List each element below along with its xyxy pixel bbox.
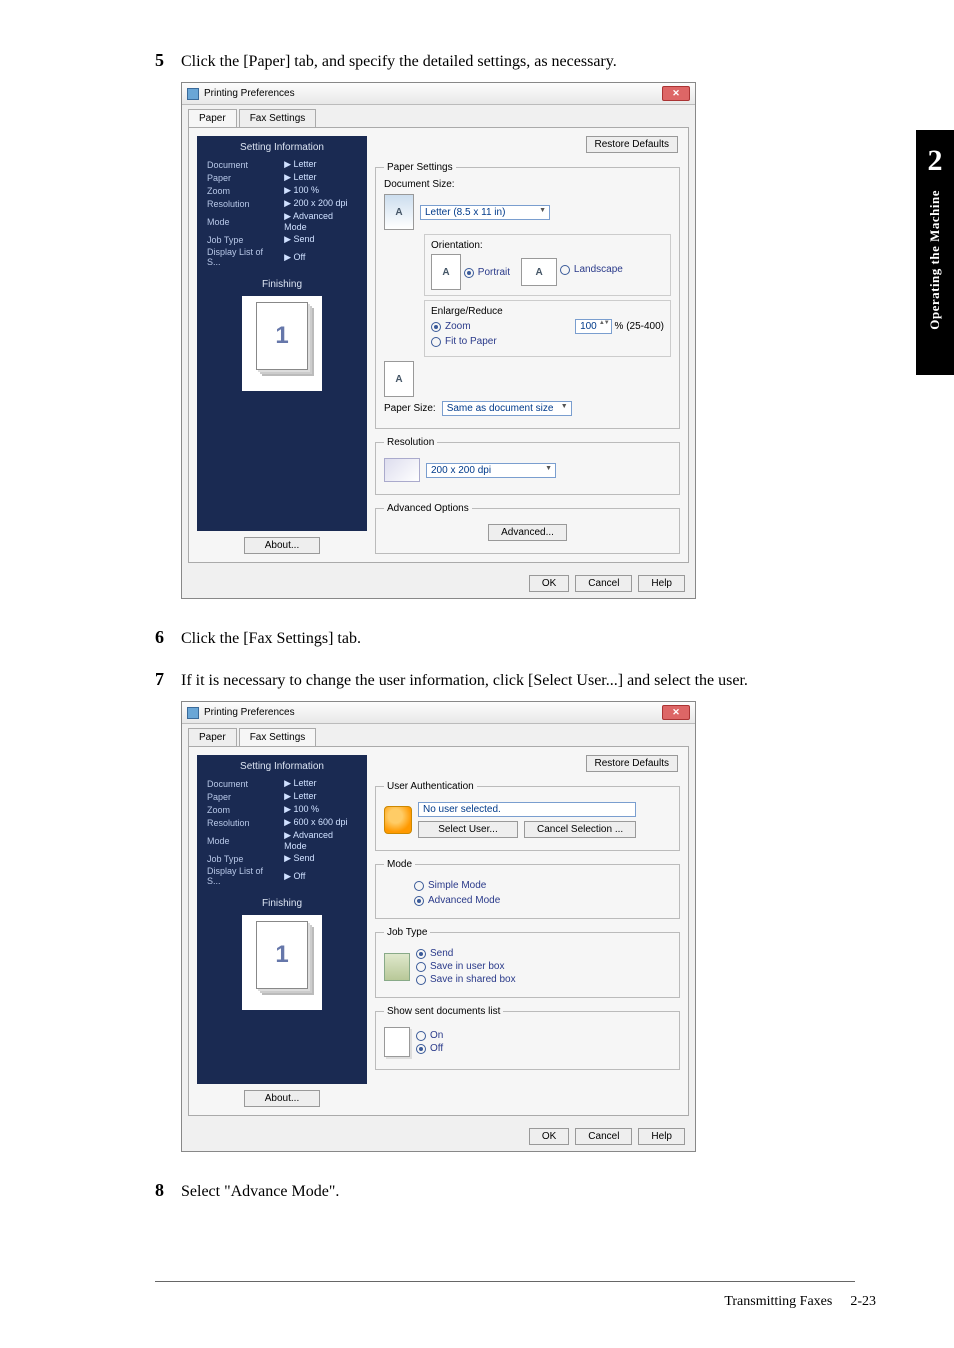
about-button[interactable]: About... — [244, 537, 320, 554]
enlarge-reduce-subgroup: Enlarge/Reduce Zoom 100 % (25-400) Fit t… — [424, 300, 671, 357]
step-text: If it is necessary to change the user in… — [181, 669, 748, 693]
simple-mode-radio[interactable]: Simple Mode — [414, 880, 486, 891]
mode-group: Mode Simple Mode Advanced Mode — [375, 859, 680, 919]
setting-information-panel: Setting Information Document▶ Letter Pap… — [197, 136, 367, 531]
close-icon[interactable]: ✕ — [662, 86, 690, 101]
user-icon — [384, 806, 412, 834]
document-size-label: Document Size: — [384, 179, 671, 190]
footer-rule — [155, 1281, 855, 1282]
app-icon — [187, 707, 199, 719]
orientation-label: Orientation: — [431, 240, 664, 251]
titlebar: Printing Preferences ✕ — [182, 702, 695, 724]
zoom-radio[interactable]: Zoom — [431, 321, 471, 332]
paper-settings-group: Paper Settings Document Size: A Letter (… — [375, 162, 680, 429]
setting-info-header: Setting Information — [203, 142, 361, 153]
document-list-icon — [384, 1027, 410, 1057]
resolution-legend: Resolution — [384, 437, 437, 448]
orientation-landscape-radio[interactable]: Landscape — [560, 264, 623, 275]
paper-settings-legend: Paper Settings — [384, 162, 456, 173]
finishing-preview: 1 — [242, 915, 322, 1010]
zoom-spinner[interactable]: 100 — [575, 319, 612, 334]
zoom-range-label: % (25-400) — [615, 321, 664, 332]
paper-size-label: Paper Size: — [384, 403, 436, 414]
finishing-header: Finishing — [203, 279, 361, 290]
document-size-select[interactable]: Letter (8.5 x 11 in) — [420, 205, 550, 220]
paper-size-select[interactable]: Same as document size — [442, 401, 572, 416]
landscape-icon: A — [521, 258, 557, 286]
document-size-icon: A — [384, 194, 414, 230]
step-number: 5 — [155, 50, 171, 71]
orientation-subgroup: Orientation: A Portrait A Landscape — [424, 234, 671, 296]
cancel-button[interactable]: Cancel — [575, 575, 632, 592]
enlarge-reduce-label: Enlarge/Reduce — [431, 306, 664, 317]
tab-paper[interactable]: Paper — [188, 109, 237, 127]
window-title: Printing Preferences — [204, 707, 295, 718]
job-type-group: Job Type Send Save in user box Save in s… — [375, 927, 680, 998]
ok-button[interactable]: OK — [529, 1128, 569, 1145]
user-authentication-group: User Authentication No user selected. Se… — [375, 781, 680, 851]
footer-section-title: Transmitting Faxes — [724, 1294, 832, 1310]
chapter-label: Operating the Machine — [927, 190, 943, 330]
window-title: Printing Preferences — [204, 88, 295, 99]
user-auth-legend: User Authentication — [384, 781, 477, 792]
printing-preferences-dialog-fax: Printing Preferences ✕ Paper Fax Setting… — [181, 701, 696, 1152]
close-icon[interactable]: ✕ — [662, 705, 690, 720]
restore-defaults-button[interactable]: Restore Defaults — [586, 136, 678, 153]
cancel-button[interactable]: Cancel — [575, 1128, 632, 1145]
resolution-select[interactable]: 200 x 200 dpi — [426, 463, 556, 478]
tab-fax-settings[interactable]: Fax Settings — [239, 109, 317, 127]
job-send-radio[interactable]: Send — [416, 948, 516, 959]
advanced-options-legend: Advanced Options — [384, 503, 472, 514]
fit-to-paper-radio[interactable]: Fit to Paper — [431, 336, 497, 347]
select-user-button[interactable]: Select User... — [418, 821, 518, 838]
job-save-shared-box-radio[interactable]: Save in shared box — [416, 974, 516, 985]
about-button[interactable]: About... — [244, 1090, 320, 1107]
resolution-icon — [384, 458, 420, 482]
finishing-header: Finishing — [203, 898, 361, 909]
help-button[interactable]: Help — [638, 1128, 685, 1145]
cancel-selection-button[interactable]: Cancel Selection ... — [524, 821, 636, 838]
ok-button[interactable]: OK — [529, 575, 569, 592]
tab-paper[interactable]: Paper — [188, 728, 237, 746]
step-number: 6 — [155, 627, 171, 648]
user-status-field: No user selected. — [418, 802, 636, 817]
portrait-icon: A — [431, 254, 461, 290]
advanced-button[interactable]: Advanced... — [488, 524, 567, 541]
mode-legend: Mode — [384, 859, 415, 870]
footer-page-number: 2-23 — [850, 1294, 876, 1310]
job-save-user-box-radio[interactable]: Save in user box — [416, 961, 516, 972]
resolution-group: Resolution 200 x 200 dpi — [375, 437, 680, 495]
printing-preferences-dialog-paper: Printing Preferences ✕ Paper Fax Setting… — [181, 82, 696, 599]
step-number: 8 — [155, 1180, 171, 1201]
showlist-off-radio[interactable]: Off — [416, 1043, 443, 1054]
setting-information-panel: Setting Information Document▶ Letter Pap… — [197, 755, 367, 1084]
job-type-icon — [384, 953, 410, 981]
showlist-on-radio[interactable]: On — [416, 1030, 443, 1041]
setting-info-header: Setting Information — [203, 761, 361, 772]
step-number: 7 — [155, 669, 171, 690]
step-text: Click the [Fax Settings] tab. — [181, 627, 361, 651]
advanced-options-group: Advanced Options Advanced... — [375, 503, 680, 554]
finishing-preview: 1 — [242, 296, 322, 391]
app-icon — [187, 88, 199, 100]
side-chapter-tab: 2 Operating the Machine — [916, 130, 954, 375]
step-text: Select "Advance Mode". — [181, 1180, 339, 1204]
paper-size-icon: A — [384, 361, 414, 397]
help-button[interactable]: Help — [638, 575, 685, 592]
advanced-mode-radio[interactable]: Advanced Mode — [414, 895, 500, 906]
show-sent-legend: Show sent documents list — [384, 1006, 503, 1017]
titlebar: Printing Preferences ✕ — [182, 83, 695, 105]
show-sent-documents-group: Show sent documents list On Off — [375, 1006, 680, 1070]
chapter-number: 2 — [928, 144, 943, 178]
restore-defaults-button[interactable]: Restore Defaults — [586, 755, 678, 772]
orientation-portrait-radio[interactable]: Portrait — [464, 267, 510, 278]
tab-fax-settings[interactable]: Fax Settings — [239, 728, 317, 746]
job-type-legend: Job Type — [384, 927, 430, 938]
step-text: Click the [Paper] tab, and specify the d… — [181, 50, 617, 74]
